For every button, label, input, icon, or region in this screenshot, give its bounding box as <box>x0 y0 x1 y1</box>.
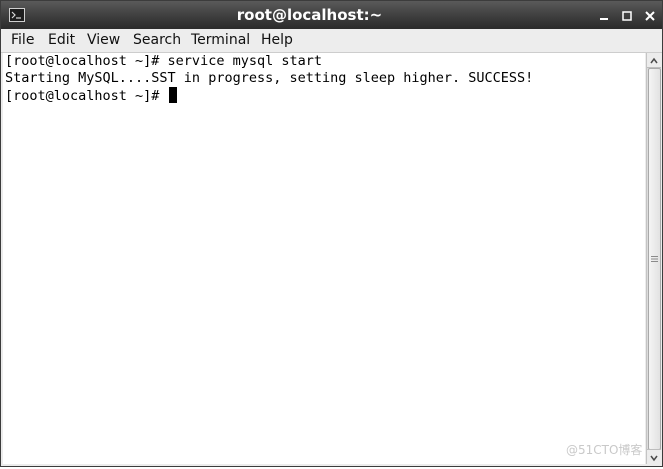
menu-view[interactable]: View <box>87 29 120 52</box>
terminal-line: [root@localhost ~]# service mysql start <box>5 53 322 70</box>
terminal-line: Starting MySQL....SST in progress, setti… <box>5 70 533 87</box>
menu-file[interactable]: File <box>11 29 34 52</box>
scroll-down-button[interactable] <box>647 449 661 464</box>
scroll-up-button[interactable] <box>647 53 661 68</box>
terminal-output[interactable]: [root@localhost ~]# service mysql start … <box>3 53 645 464</box>
prompt-line: [root@localhost ~]# <box>5 88 168 104</box>
menu-help[interactable]: Help <box>261 29 293 52</box>
close-icon <box>645 11 655 21</box>
menu-search[interactable]: Search <box>133 29 181 52</box>
menu-edit[interactable]: Edit <box>48 29 75 52</box>
maximize-icon <box>622 11 632 21</box>
terminal-line: [root@localhost ~]# <box>5 87 177 104</box>
scrollbar-thumb[interactable] <box>648 68 661 450</box>
chevron-down-icon <box>650 455 658 462</box>
close-button[interactable] <box>643 8 657 22</box>
grip-icon <box>651 256 658 262</box>
minimize-icon <box>600 18 608 20</box>
command-line: [root@localhost ~]# service mysql start <box>5 53 322 69</box>
watermark: @51CTO博客 <box>566 443 643 457</box>
output-line: Starting MySQL....SST in progress, setti… <box>5 70 534 86</box>
menu-bar: File Edit View Search Terminal Help <box>1 29 662 53</box>
window-title: root@localhost:~ <box>236 6 383 24</box>
terminal-window: root@localhost:~ File Edit View Search T… <box>0 0 663 467</box>
menu-terminal[interactable]: Terminal <box>191 29 250 52</box>
vertical-scrollbar[interactable] <box>646 53 661 464</box>
minimize-button[interactable] <box>597 8 611 22</box>
text-cursor <box>168 87 177 103</box>
title-bar[interactable]: root@localhost:~ <box>1 1 662 29</box>
maximize-button[interactable] <box>620 8 634 22</box>
chevron-up-icon <box>650 57 658 64</box>
